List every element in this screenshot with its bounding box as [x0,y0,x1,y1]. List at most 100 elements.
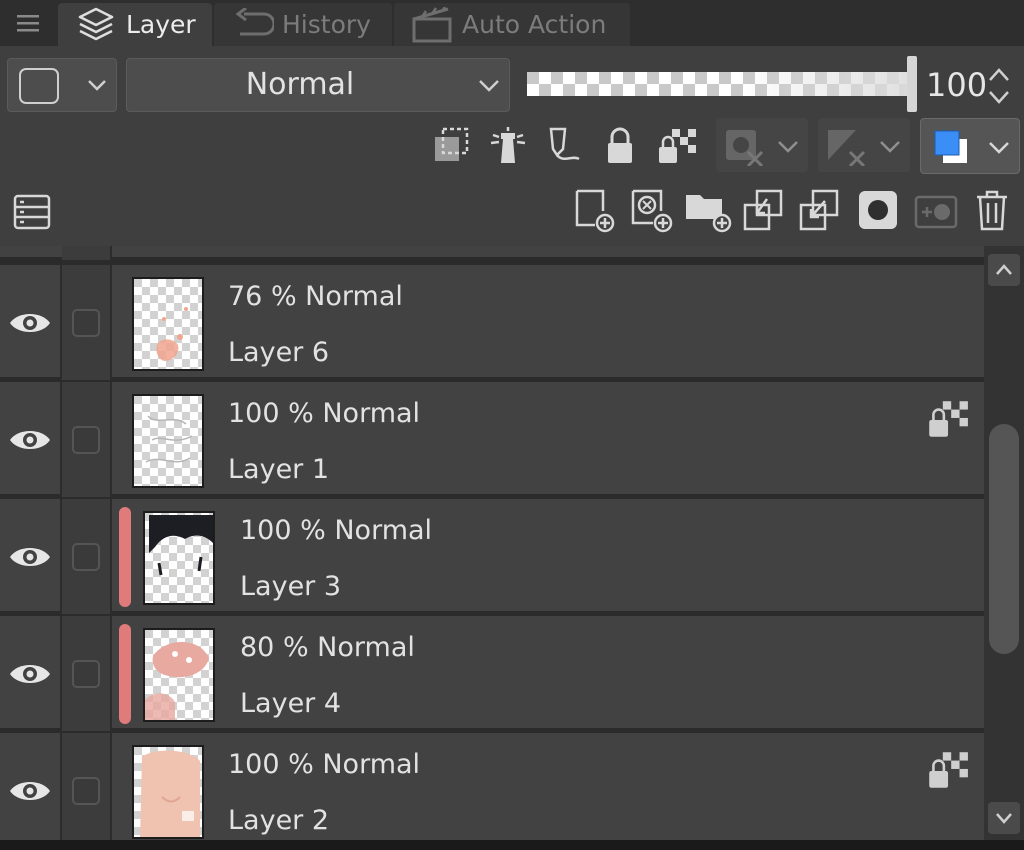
transfer-to-lower-layer-icon [743,189,783,231]
opacity-slider-handle[interactable] [907,56,917,112]
chevron-down-icon [989,142,1009,154]
draft-layer-icon [549,127,580,161]
column-divider [60,382,62,497]
column-divider [60,499,62,614]
new-raster-layer-button[interactable] [570,186,618,234]
visibility-toggle[interactable] [0,733,60,840]
blend-mode-value: Normal [245,67,355,102]
panel-tab-bar: Layer History Auto Action [0,0,1024,46]
opacity-value[interactable]: 100 [926,58,987,112]
layer-list-scrollbar[interactable] [984,246,1024,840]
create-layer-mask-button[interactable] [854,186,902,234]
lock-transparent-pixels-icon [659,129,696,163]
column-divider [110,616,112,731]
layer-row[interactable]: 80 % Normal Layer 4 [0,616,984,731]
column-divider [110,499,112,614]
delete-layer-button[interactable] [968,186,1016,234]
layer-select-checkbox[interactable] [72,776,100,805]
layer-row-partial[interactable] [0,246,984,260]
combine-with-layer-below-icon [799,189,839,231]
layer-select-checkbox-cell [62,499,110,614]
lock-layer-button[interactable] [596,122,644,170]
layer-name: Layer 6 [228,337,330,368]
expression-color-dropdown[interactable] [7,58,117,112]
reference-layer-icon [490,127,526,163]
new-raster-layer-icon [575,189,615,233]
layer-select-checkbox[interactable] [72,659,100,688]
layer-select-checkbox-cell [62,733,110,840]
column-divider [110,733,112,840]
opacity-spinner[interactable] [986,64,1012,108]
clipping-indicator [119,507,131,607]
scrollbar-thumb[interactable] [989,424,1019,654]
layer-name: Layer 4 [240,688,342,719]
apply-mask-button[interactable] [912,186,960,234]
layer-select-checkbox-cell [62,382,110,497]
scroll-up-button[interactable] [988,254,1020,286]
layer-select-checkbox[interactable] [72,542,100,571]
visibility-toggle[interactable] [0,499,60,614]
expression-color-swatch [19,68,59,104]
eye-icon [8,659,52,689]
opacity-slider[interactable] [527,72,912,96]
clapperboard-icon [408,5,456,45]
layers-icon [72,5,120,45]
layer-color-icon [934,130,967,163]
visibility-toggle[interactable] [0,382,60,497]
mask-dropdown[interactable] [716,118,808,172]
layer-select-checkbox-cell [62,616,110,731]
tab-history[interactable]: History [214,3,392,46]
chevron-down-icon [479,80,499,92]
blend-mode-select[interactable]: Normal [126,58,510,112]
ruler-disabled-icon [828,130,866,166]
layer-thumbnail [132,277,204,371]
clip-to-layer-below-button[interactable] [428,122,476,170]
layer-name: Layer 1 [228,454,330,485]
new-vector-layer-button[interactable] [628,186,676,234]
reference-layer-button[interactable] [484,122,532,170]
layer-list: 76 % Normal Layer 6 100 % Normal Layer 1 100… [0,246,1024,840]
history-icon [228,5,276,45]
layer-name: Layer 3 [240,571,342,602]
clipping-indicator [119,624,131,724]
tab-label: Auto Action [462,10,607,39]
tab-auto-action[interactable]: Auto Action [394,3,630,46]
layer-row[interactable]: 100 % Normal Layer 3 [0,499,984,614]
layer-select-checkbox[interactable] [72,425,100,454]
combine-with-layer-below-button[interactable] [796,186,844,234]
tab-layer[interactable]: Layer [58,3,212,46]
eye-icon [8,425,52,455]
eye-icon [8,776,52,806]
layer-select-checkbox[interactable] [72,308,100,337]
lock-transparent-pixels-icon [924,396,970,442]
layer-opacity-mode: 76 % Normal [228,281,403,312]
chevron-down-icon [880,141,900,153]
layer-select-checkbox-cell [62,265,110,380]
layer-row[interactable]: 100 % Normal Layer 2 [0,733,984,840]
panel-menu-button[interactable] [6,4,50,42]
layer-properties-bar: Normal 100 [0,46,1024,246]
layer-opacity-mode: 100 % Normal [228,749,421,780]
new-layer-folder-button[interactable] [684,186,732,234]
layer-palette-menu-button[interactable] [8,188,56,236]
column-divider [60,265,62,380]
chevron-down-icon [996,813,1012,824]
eye-icon [8,308,52,338]
column-divider [60,733,62,840]
layer-thumbnail [143,511,215,605]
draft-layer-button[interactable] [540,122,588,170]
visibility-toggle[interactable] [0,265,60,380]
chevron-up-icon [996,264,1012,275]
layer-opacity-mode: 100 % Normal [228,398,421,429]
layer-row[interactable]: 100 % Normal Layer 1 [0,382,984,497]
transfer-to-lower-layer-button[interactable] [740,186,788,234]
ruler-dropdown[interactable] [818,118,910,172]
layer-row[interactable]: 76 % Normal Layer 6 [0,265,984,380]
mask-disabled-icon [726,130,764,166]
scroll-down-button[interactable] [988,802,1020,834]
layer-color-dropdown[interactable] [920,118,1020,174]
lock-transparent-pixels-button[interactable] [652,122,700,170]
tab-label: History [282,10,371,39]
hamburger-icon [17,15,39,32]
visibility-toggle[interactable] [0,616,60,731]
